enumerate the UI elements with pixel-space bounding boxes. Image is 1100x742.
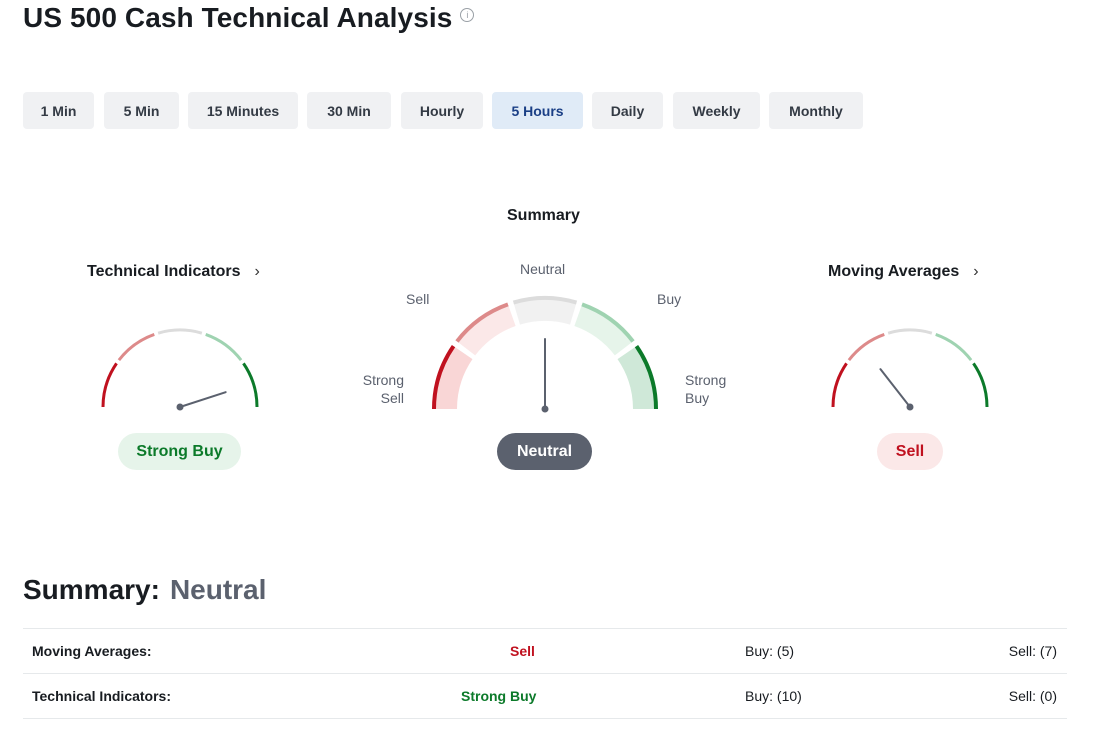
- summary-gauge-title: Summary: [507, 207, 580, 225]
- gauge-label-neutral: Neutral: [520, 261, 566, 277]
- gauge-label-strong-buy-line1: Strong: [685, 372, 727, 388]
- technical-indicators-gauge: [101, 328, 259, 411]
- tab-monthly[interactable]: Monthly: [769, 92, 863, 129]
- tab-daily[interactable]: Daily: [592, 92, 663, 129]
- gauge-needle-pivot: [906, 403, 914, 411]
- table-row: Technical Indicators: Strong Buy Buy: (1…: [23, 673, 1067, 719]
- tab-15-minutes[interactable]: 15 Minutes: [188, 92, 298, 129]
- tab-30-min[interactable]: 30 Min: [307, 92, 391, 129]
- tab-5-hours[interactable]: 5 Hours: [492, 92, 583, 129]
- summary-gauge: [432, 295, 658, 413]
- row-buy-count: Buy: (5): [745, 643, 795, 659]
- moving-averages-title: Moving Averages: [828, 263, 960, 280]
- summary-heading-value: Neutral: [169, 574, 267, 605]
- summary-table: Moving Averages: Sell Buy: (5) Sell: (7)…: [23, 628, 1067, 719]
- table-row: Moving Averages: Sell Buy: (5) Sell: (7): [23, 628, 1067, 673]
- chevron-right-icon: ›: [973, 263, 979, 280]
- summary-gauge-title-text: Summary: [507, 207, 580, 224]
- strong-sell-segment: [101, 362, 118, 408]
- tab-5-min[interactable]: 5 Min: [104, 92, 179, 129]
- technical-indicators-title: Technical Indicators: [87, 263, 241, 280]
- row-signal: Sell: [510, 643, 535, 659]
- moving-averages-link[interactable]: Moving Averages ›: [828, 263, 979, 281]
- row-sell-count: Sell: (0): [1008, 688, 1057, 704]
- tab-weekly[interactable]: Weekly: [673, 92, 760, 129]
- gauge-label-strong-sell-line1: Strong: [362, 372, 404, 388]
- neutral-segment: [887, 328, 933, 335]
- gauge-needle-pivot: [176, 403, 184, 411]
- buy-segment: [205, 333, 243, 362]
- strong-buy-segment: [242, 362, 259, 408]
- gauge-label-strong-sell: Strong Sell: [360, 371, 404, 407]
- row-name: Technical Indicators:: [32, 688, 171, 704]
- technical-indicators-result-badge: Strong Buy: [118, 433, 241, 470]
- gauge-needle: [179, 391, 227, 408]
- tab-hourly[interactable]: Hourly: [401, 92, 483, 129]
- chevron-right-icon: ›: [254, 263, 260, 280]
- gauge-needle: [879, 368, 911, 408]
- summary-heading: Summary: Neutral: [23, 574, 266, 606]
- gauge-needle-pivot: [541, 405, 549, 413]
- moving-averages-gauge: [831, 328, 989, 411]
- row-signal: Strong Buy: [461, 688, 537, 704]
- sell-segment: [117, 333, 155, 362]
- row-sell-count: Sell: (7): [1008, 643, 1057, 659]
- summary-heading-label: Summary:: [23, 574, 160, 605]
- gauge-label-strong-buy-line2: Buy: [685, 390, 710, 406]
- summary-result-badge: Neutral: [497, 433, 592, 470]
- moving-averages-result-badge: Sell: [877, 433, 943, 470]
- neutral-segment: [157, 328, 203, 335]
- row-buy-count: Buy: (10): [745, 688, 802, 704]
- buy-segment: [935, 333, 973, 362]
- sell-segment: [847, 333, 885, 362]
- strong-sell-segment: [831, 362, 848, 408]
- strong-buy-segment: [972, 362, 989, 408]
- tab-1-min[interactable]: 1 Min: [23, 92, 94, 129]
- gauge-label-strong-sell-line2: Sell: [380, 390, 404, 406]
- technical-indicators-link[interactable]: Technical Indicators ›: [87, 263, 260, 281]
- page-title-text: US 500 Cash Technical Analysis: [23, 2, 453, 33]
- gauge-label-strong-buy: Strong Buy: [685, 371, 726, 407]
- page-title: US 500 Cash Technical Analysis i: [23, 2, 475, 34]
- info-icon[interactable]: i: [460, 8, 475, 22]
- row-name: Moving Averages:: [32, 643, 152, 659]
